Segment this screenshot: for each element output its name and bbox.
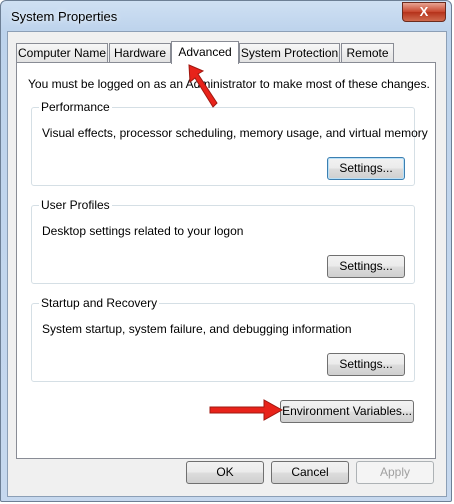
performance-settings-button[interactable]: Settings...	[327, 157, 405, 180]
ok-button[interactable]: OK	[186, 461, 264, 484]
environment-variables-button[interactable]: Environment Variables...	[280, 400, 414, 423]
startup-recovery-settings-button[interactable]: Settings...	[327, 353, 405, 376]
startup-recovery-description: System startup, system failure, and debu…	[42, 322, 352, 336]
performance-title: Performance	[39, 100, 112, 114]
title-bar[interactable]: System Properties X	[1, 1, 451, 31]
performance-description: Visual effects, processor scheduling, me…	[42, 126, 428, 140]
window-title: System Properties	[11, 9, 118, 24]
cancel-button[interactable]: Cancel	[271, 461, 349, 484]
startup-recovery-title: Startup and Recovery	[39, 296, 160, 310]
user-profiles-settings-button[interactable]: Settings...	[327, 255, 405, 278]
user-profiles-title: User Profiles	[39, 198, 112, 212]
startup-recovery-group: Startup and Recovery System startup, sys…	[31, 296, 415, 382]
user-profiles-description: Desktop settings related to your logon	[42, 224, 244, 238]
apply-button[interactable]: Apply	[356, 461, 434, 484]
tab-computer-name[interactable]: Computer Name	[16, 43, 108, 62]
annotation-arrow-advanced-icon	[188, 64, 218, 108]
system-properties-window: System Properties X Computer Name Hardwa…	[0, 0, 452, 502]
tab-hardware[interactable]: Hardware	[109, 43, 171, 62]
tab-remote[interactable]: Remote	[341, 43, 394, 62]
user-profiles-group: User Profiles Desktop settings related t…	[31, 198, 415, 284]
performance-group: Performance Visual effects, processor sc…	[31, 100, 428, 186]
close-button[interactable]: X	[402, 2, 446, 22]
annotation-arrow-environment-icon	[209, 399, 284, 421]
tab-system-protection[interactable]: System Protection	[239, 43, 340, 62]
close-icon: X	[419, 4, 429, 19]
